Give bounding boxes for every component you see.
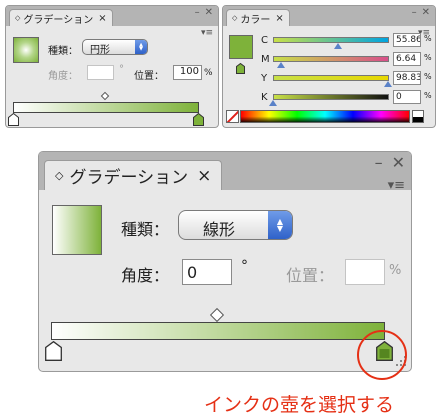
channel-k-label: K [261, 92, 268, 103]
color-spectrum-bar[interactable] [240, 110, 410, 123]
channel-m-label: M [261, 54, 270, 65]
minimize-icon[interactable]: – [375, 153, 383, 172]
type-label: 種類： [121, 220, 170, 239]
panel-menu-icon[interactable]: ▾≡ [388, 178, 405, 193]
channel-c-slider[interactable] [273, 37, 389, 43]
tab-close-icon[interactable]: × [197, 166, 211, 186]
close-icon[interactable]: ✕ [205, 7, 213, 18]
channel-c-thumb[interactable] [333, 43, 342, 49]
none-color-swatch[interactable] [226, 110, 239, 123]
minimize-icon[interactable]: – [195, 7, 200, 18]
channel-c-value[interactable]: 55.86 [393, 33, 421, 47]
tab-close-icon[interactable]: × [98, 13, 106, 24]
tab-gradient[interactable]: ◇ グラデーション × [44, 160, 223, 190]
tab-arrows-icon: ◇ [232, 14, 238, 22]
gradient-stop-start[interactable] [8, 113, 19, 126]
angle-unit: ° [241, 258, 248, 274]
channel-k-unit: % [424, 91, 432, 100]
tab-color[interactable]: ◇ カラー × [226, 9, 290, 26]
gradient-ramp[interactable] [13, 102, 199, 113]
select-arrows-icon: ▲ ▼ [268, 211, 292, 239]
panel-titlebar[interactable]: ◇ グラデーション × – ✕ [6, 6, 218, 26]
channel-m-value[interactable]: 6.64 [393, 52, 421, 66]
tab-arrows-icon: ◇ [55, 169, 64, 182]
panel-menu-icon[interactable]: ▾≡ [201, 28, 213, 38]
window-controls: – ✕ [195, 7, 213, 18]
callout-text: インクの壺を選択する [204, 394, 395, 416]
gradient-stop-end[interactable] [193, 113, 204, 126]
gradient-panel-large: ◇ グラデーション × – ✕ ▾≡ 種類： 線形 ▲ ▼ 角度： 0 ° 位置：… [38, 151, 412, 372]
gradient-stop-start[interactable] [45, 341, 62, 361]
window-controls: – ✕ [412, 7, 430, 18]
location-label: 位置： [286, 266, 335, 285]
location-field[interactable]: 100 [173, 65, 202, 80]
location-unit: % [389, 263, 402, 278]
midpoint-diamond[interactable] [100, 91, 110, 101]
tab-title: グラデーション [69, 168, 189, 188]
channel-y-label: Y [261, 73, 268, 84]
type-label: 種類： [48, 46, 78, 57]
type-select-value: 円形 [90, 45, 110, 55]
midpoint-diamond[interactable] [209, 307, 225, 323]
panel-titlebar[interactable]: ◇ カラー × – ✕ [223, 6, 435, 26]
gradient-swatch [13, 37, 39, 63]
angle-label: 角度： [48, 71, 78, 82]
gradient-panel-small: ◇ グラデーション × – ✕ ▾≡ 種類： 円形 ▲ ▼ 角度： ° 位置： 1… [5, 5, 219, 128]
channel-c-unit: % [424, 34, 432, 43]
location-unit: % [204, 68, 213, 78]
window-controls: – ✕ [375, 153, 405, 172]
fill-color-swatch[interactable] [229, 35, 253, 59]
location-field [345, 259, 385, 285]
panel-titlebar[interactable]: ◇ グラデーション × – ✕ [39, 152, 411, 190]
black-swatch[interactable] [412, 117, 424, 123]
type-select[interactable]: 線形 ▲ ▼ [178, 210, 293, 240]
channel-y-thumb[interactable] [383, 81, 392, 87]
tab-gradient[interactable]: ◇ グラデーション × [9, 9, 113, 26]
channel-c-label: C [261, 35, 268, 46]
tab-close-icon[interactable]: × [275, 13, 283, 24]
type-select-value: 線形 [203, 220, 236, 239]
close-icon[interactable]: ✕ [392, 153, 405, 172]
tab-title: グラデーション [23, 14, 94, 26]
minimize-icon[interactable]: – [412, 7, 417, 18]
channel-k-slider[interactable] [273, 94, 389, 100]
location-label: 位置： [134, 71, 164, 82]
type-select[interactable]: 円形 ▲ ▼ [82, 39, 148, 55]
tab-arrows-icon: ◇ [15, 14, 21, 22]
channel-k-value[interactable]: 0 [393, 90, 421, 104]
channel-m-unit: % [424, 53, 432, 62]
angle-field[interactable]: 0 [182, 259, 232, 285]
ink-warning-icon[interactable] [236, 63, 245, 74]
gradient-ramp[interactable] [51, 322, 385, 340]
channel-y-slider[interactable] [273, 75, 389, 81]
channel-y-unit: % [424, 72, 432, 81]
white-swatch[interactable] [412, 110, 424, 117]
none-slash-icon [227, 111, 238, 122]
channel-m-thumb[interactable] [276, 62, 285, 68]
select-arrows-icon: ▲ ▼ [135, 40, 147, 54]
angle-label: 角度： [121, 266, 170, 285]
angle-field [87, 65, 114, 80]
close-icon[interactable]: ✕ [422, 7, 430, 18]
channel-y-value[interactable]: 98.83 [393, 71, 421, 85]
callout-circle [357, 330, 407, 380]
channel-k-thumb[interactable] [269, 100, 277, 106]
tab-title: カラー [240, 14, 271, 26]
color-panel: ◇ カラー × – ✕ ▾≡ C 55.86% M 6.64% Y 98.83% K 0% [222, 5, 436, 128]
channel-m-slider[interactable] [273, 56, 389, 62]
gradient-swatch [52, 205, 102, 255]
angle-unit: ° [119, 64, 124, 75]
